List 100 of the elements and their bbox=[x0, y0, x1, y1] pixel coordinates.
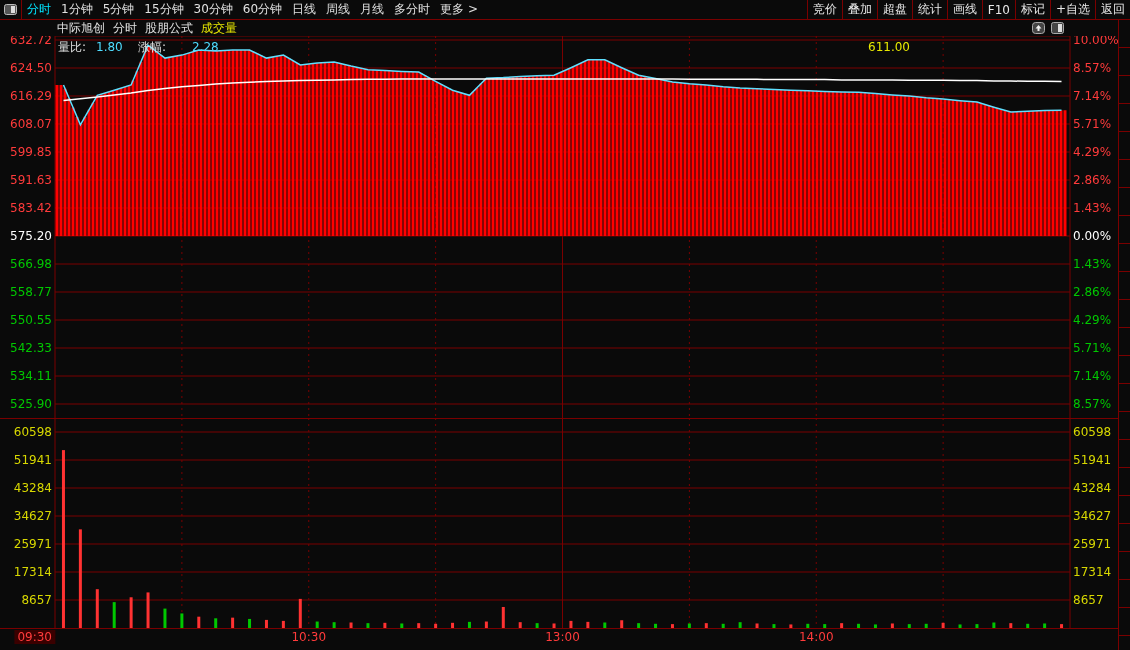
volume-bar bbox=[535, 623, 539, 628]
volume-bar bbox=[248, 618, 252, 628]
period-tab[interactable]: 60分钟 bbox=[237, 0, 288, 19]
period-tab[interactable]: 周线 bbox=[321, 0, 356, 19]
axis-label: 51941 bbox=[1073, 453, 1112, 467]
volume-bar bbox=[95, 589, 99, 628]
volume-bar bbox=[383, 622, 387, 628]
volume-bar bbox=[1026, 623, 1030, 628]
volume-bar bbox=[941, 622, 945, 628]
axis-label: 624.50 bbox=[10, 61, 52, 75]
period-tab[interactable]: 30分钟 bbox=[188, 0, 238, 19]
volume-bar bbox=[129, 597, 133, 628]
formula-name: 股朋公式 bbox=[145, 19, 193, 37]
volume-bar bbox=[890, 623, 894, 628]
change-label: 涨幅: bbox=[138, 40, 167, 54]
time-label: 13:00 bbox=[544, 630, 581, 644]
axis-label: 25971 bbox=[13, 537, 52, 551]
volume-bar bbox=[163, 608, 167, 628]
axis-label: 4.29% bbox=[1073, 313, 1112, 327]
volume-bar bbox=[806, 623, 810, 628]
axis-label: 2.86% bbox=[1073, 285, 1112, 299]
volume-bar bbox=[586, 621, 590, 628]
volume-bar bbox=[146, 592, 150, 628]
volume-bar bbox=[434, 623, 438, 628]
upload-icon[interactable] bbox=[1032, 22, 1045, 34]
volume-bar bbox=[281, 620, 285, 628]
volume-bar bbox=[873, 624, 877, 628]
axis-label: 566.98 bbox=[10, 257, 52, 271]
axis-label: 60598 bbox=[13, 425, 52, 439]
volume-bar bbox=[789, 624, 793, 628]
volume-bar bbox=[451, 622, 455, 628]
axis-label: 8657 bbox=[1073, 593, 1104, 607]
axis-label: 43284 bbox=[13, 481, 52, 495]
panel-toggle-icon[interactable] bbox=[4, 4, 17, 15]
volume-bar bbox=[1060, 624, 1064, 628]
volume-bar bbox=[298, 598, 302, 628]
axis-label: 8657 bbox=[21, 593, 52, 607]
axis-label: 542.33 bbox=[10, 341, 52, 355]
volume-bar bbox=[417, 623, 421, 628]
volume-bar bbox=[569, 620, 573, 628]
axis-label: 34627 bbox=[13, 509, 52, 523]
volume-bar bbox=[552, 623, 556, 628]
volume-bar bbox=[620, 620, 624, 628]
period-tab[interactable]: 1分钟 bbox=[56, 0, 98, 19]
volume-bar bbox=[1043, 623, 1047, 628]
indicator-name: 成交量 bbox=[201, 19, 237, 37]
axis-label: 51941 bbox=[13, 453, 52, 467]
volume-bar bbox=[180, 613, 184, 628]
panel-toggle-icon[interactable] bbox=[1051, 22, 1064, 34]
volume-bar bbox=[721, 623, 725, 628]
chart-mode: 分时 bbox=[113, 19, 137, 37]
axis-label: 60598 bbox=[1073, 425, 1112, 439]
volume-bar bbox=[654, 623, 658, 628]
axis-label: 558.77 bbox=[10, 285, 52, 299]
axis-label: 34627 bbox=[1073, 509, 1112, 523]
period-tab[interactable]: 15分钟 bbox=[139, 0, 189, 19]
volume-bar bbox=[670, 624, 674, 628]
volume-bar bbox=[857, 623, 861, 628]
axis-label: 5.71% bbox=[1073, 117, 1112, 131]
period-tab[interactable]: 5分钟 bbox=[97, 0, 140, 19]
axis-label: 550.55 bbox=[10, 313, 52, 327]
volume-bar bbox=[704, 623, 708, 628]
volume-bar bbox=[687, 623, 691, 628]
volume-bar bbox=[332, 622, 336, 628]
volume-bar bbox=[1009, 623, 1013, 628]
volume-bar bbox=[214, 618, 218, 628]
period-tab[interactable]: 月线 bbox=[355, 0, 390, 19]
volume-bar bbox=[992, 622, 996, 628]
volume-bar bbox=[840, 623, 844, 628]
axis-label: 525.90 bbox=[10, 397, 52, 411]
volume-bar bbox=[907, 624, 911, 628]
axis-label: 8.57% bbox=[1073, 397, 1112, 411]
axis-label: 1.43% bbox=[1073, 257, 1112, 271]
period-tab[interactable]: 多分时 bbox=[389, 0, 436, 19]
volume-bar bbox=[366, 623, 370, 628]
axis-label: 599.85 bbox=[10, 145, 52, 159]
axis-label: 43284 bbox=[1073, 481, 1112, 495]
axis-label: 8.57% bbox=[1073, 61, 1112, 75]
stock-name: 中际旭创 bbox=[57, 19, 105, 37]
axis-label: 17314 bbox=[1073, 565, 1112, 579]
period-tab[interactable]: 更多 > bbox=[435, 0, 483, 19]
axis-label: 25971 bbox=[1073, 537, 1112, 551]
axis-label: 7.14% bbox=[1073, 89, 1112, 103]
volume-bar bbox=[112, 602, 116, 628]
volume-bar bbox=[975, 624, 979, 628]
period-tab[interactable]: 日线 bbox=[287, 0, 322, 19]
axis-label: 1.43% bbox=[1073, 201, 1112, 215]
volume-bar bbox=[467, 621, 471, 628]
volume-bar bbox=[264, 619, 268, 628]
volume-bar bbox=[924, 623, 928, 628]
volume-bar bbox=[637, 623, 641, 628]
axis-label: 7.14% bbox=[1073, 369, 1112, 383]
period-tab[interactable]: 分时 bbox=[22, 0, 56, 19]
axis-label: 608.07 bbox=[10, 117, 52, 131]
time-label: 09:30 bbox=[14, 630, 55, 644]
volume-bar bbox=[197, 616, 201, 628]
axis-label: 591.63 bbox=[10, 173, 52, 187]
volume-bar bbox=[400, 623, 404, 628]
volume-bar bbox=[315, 621, 319, 628]
volume-bar bbox=[231, 617, 235, 628]
